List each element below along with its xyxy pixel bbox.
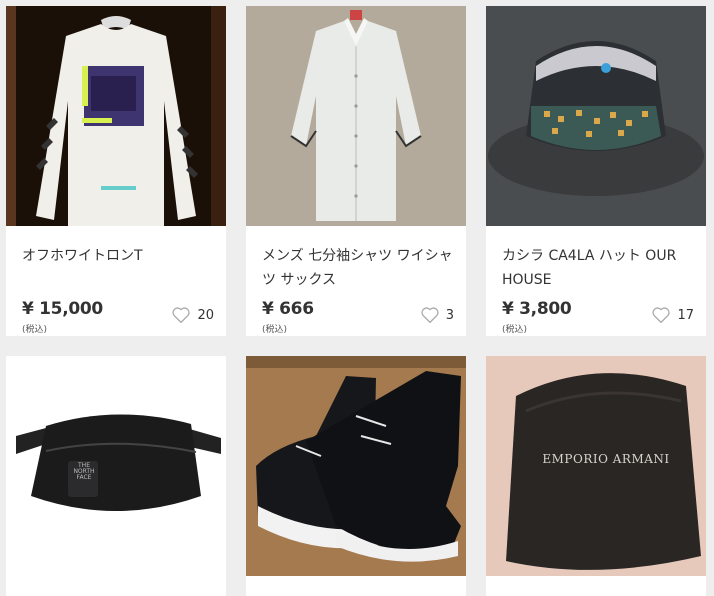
item-image-sneakers[interactable] xyxy=(246,356,466,576)
like-button[interactable]: 3 xyxy=(420,306,454,324)
item-info: メンズ 七分袖シャツ ワイシャツ サックス ¥ 666 (税込) 3 xyxy=(246,226,466,336)
armani-case-icon xyxy=(486,356,706,576)
dress-shirt-icon xyxy=(246,6,466,226)
item-image-shirt[interactable] xyxy=(246,6,466,226)
item-title: メンズ 七分袖シャツ ワイシャツ サックス xyxy=(262,248,453,288)
like-button[interactable]: 20 xyxy=(171,306,214,324)
like-count: 3 xyxy=(445,307,454,323)
tax-included-label: (税込) xyxy=(502,325,528,335)
item-title: カシラ CA4LA ハット OUR HOUSE xyxy=(502,248,677,288)
bucket-hat-icon xyxy=(486,6,706,226)
like-button[interactable]: 17 xyxy=(651,306,694,324)
sneakers-icon xyxy=(246,356,466,576)
item-card[interactable]: メンズ 七分袖シャツ ワイシャツ サックス ¥ 666 (税込) 3 xyxy=(246,6,466,336)
like-count: 20 xyxy=(197,307,214,323)
item-card[interactable] xyxy=(246,356,466,596)
heart-icon xyxy=(421,307,439,324)
brand-logo: EMPORIO ARMANI xyxy=(542,452,670,466)
item-image-armani-case[interactable]: EMPORIO ARMANI xyxy=(486,356,706,576)
waist-bag-icon xyxy=(6,356,226,576)
heart-icon xyxy=(652,307,671,324)
item-card[interactable]: カシラ CA4LA ハット OUR HOUSE ¥ 3,800 (税込) 17 xyxy=(486,6,706,336)
item-title: オフホワイトロンT xyxy=(22,248,143,264)
item-price: ¥ 666 xyxy=(262,299,314,319)
heart-icon xyxy=(172,307,191,324)
item-image-waist-bag[interactable]: THE NORTH FACE xyxy=(6,356,226,576)
item-info: オフホワイトロンT ¥ 15,000 (税込) 20 xyxy=(6,226,226,336)
tax-included-label: (税込) xyxy=(22,325,48,335)
item-card[interactable]: THE NORTH FACE xyxy=(6,356,226,596)
item-card[interactable]: オフホワイトロンT ¥ 15,000 (税込) 20 xyxy=(6,6,226,336)
brand-logo: THE NORTH FACE xyxy=(73,462,95,481)
item-info: カシラ CA4LA ハット OUR HOUSE ¥ 3,800 (税込) 17 xyxy=(486,226,706,336)
item-price: ¥ 15,000 xyxy=(22,299,103,319)
tax-included-label: (税込) xyxy=(262,325,288,335)
item-card[interactable]: EMPORIO ARMANI xyxy=(486,356,706,596)
like-count: 17 xyxy=(677,307,694,323)
item-price: ¥ 3,800 xyxy=(502,299,572,319)
item-image-hat[interactable] xyxy=(486,6,706,226)
item-grid: オフホワイトロンT ¥ 15,000 (税込) 20 メンズ 七分袖シャツ ワイ… xyxy=(0,0,714,596)
item-image-tshirt[interactable] xyxy=(6,6,226,226)
long-sleeve-tshirt-icon xyxy=(6,6,226,226)
